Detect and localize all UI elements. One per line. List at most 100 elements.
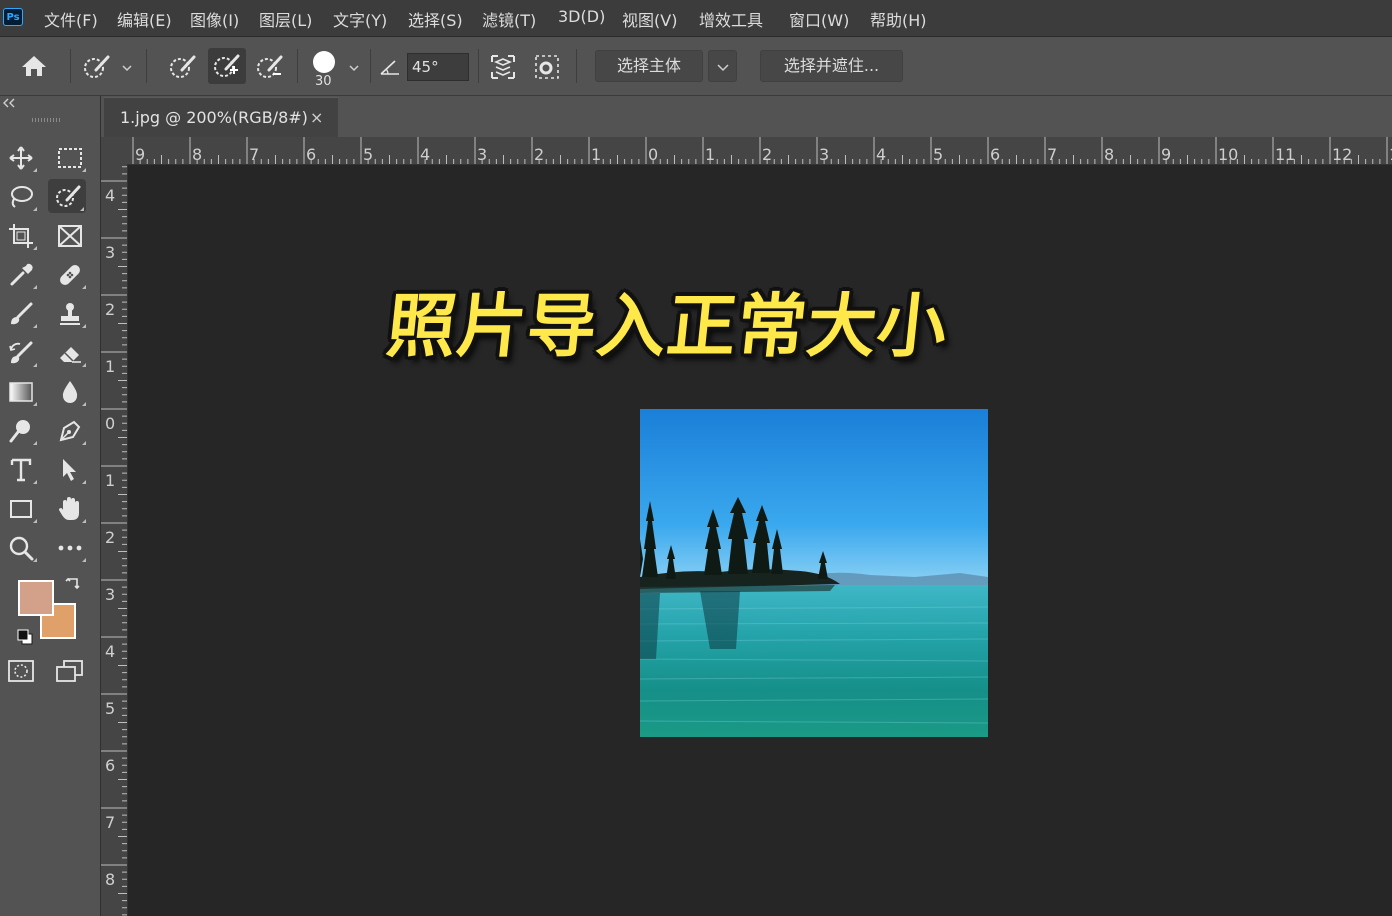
menu-edit[interactable]: 编辑(E) [117,7,172,31]
vertical-ruler[interactable]: 4 3 2 1 0 1 2 3 4 5 6 7 8 [101,164,128,916]
brush-tool[interactable] [1,296,39,330]
eraser-tool[interactable] [50,335,88,369]
ruler-label: 3 [105,585,115,604]
screen-mode-icon[interactable] [55,659,85,683]
healing-brush-tool[interactable] [50,257,88,291]
clone-stamp-tool-icon [60,303,80,325]
zoom-tool[interactable] [1,530,39,564]
menu-select[interactable]: 选择(S) [408,7,463,31]
lake-photo [640,409,988,737]
brush-tool-icon [11,302,33,325]
marquee-tool[interactable] [50,140,88,174]
home-icon[interactable] [20,54,48,78]
path-selection-tool[interactable] [50,452,88,486]
lasso-tool[interactable] [1,179,39,213]
enhance-edge-icon[interactable] [532,52,562,82]
horizontal-ruler[interactable]: 987654321012345678910111213 [127,137,1392,165]
blur-tool-icon [62,381,78,403]
gradient-tool[interactable] [1,374,39,408]
zoom-tool-icon [9,536,34,561]
foreground-color-swatch[interactable] [18,580,54,616]
move-tool[interactable] [1,140,39,174]
document-image[interactable] [640,409,988,737]
ruler-label: 4 [105,642,115,661]
select-subject-button[interactable]: 选择主体 [595,50,703,82]
eraser-tool-icon [60,347,81,363]
pen-tool[interactable] [50,413,88,447]
vertical-ruler-ticks: 4 3 2 1 0 1 2 3 4 5 6 7 8 [101,166,127,916]
panel-grip[interactable] [32,118,62,122]
default-colors-icon[interactable] [16,628,34,646]
select-and-mask-button[interactable]: 选择并遮住... [760,50,903,82]
type-tool[interactable] [1,452,39,486]
ruler-label: 0 [648,145,658,164]
swap-colors-icon[interactable] [64,576,82,594]
add-to-selection-button[interactable] [208,48,246,84]
ruler-label: 2 [762,145,772,164]
ruler-label: 5 [933,145,943,164]
ruler-label: 10 [1218,145,1238,164]
ruler-label: 5 [363,145,373,164]
separator [370,49,371,83]
dodge-tool[interactable] [1,413,39,447]
options-bar: 30 选择主体 选择并遮住... [0,37,1392,96]
ruler-label: 6 [105,756,115,775]
ruler-label: 7 [105,813,115,832]
ruler-label: 1 [105,357,115,376]
frame-tool-icon [58,225,82,247]
quick-selection-tool-icon [56,185,81,207]
frame-tool[interactable] [50,218,88,252]
select-subject-dropdown-button[interactable] [708,50,737,82]
menu-filter[interactable]: 滤镜(T) [482,7,536,31]
ruler-label: 5 [105,699,115,718]
ruler-origin[interactable] [101,137,127,164]
quick-selection-preset-icon[interactable] [82,53,112,81]
path-selection-tool-icon [63,459,76,481]
hand-tool-icon [59,497,79,520]
brush-preview-icon[interactable] [311,49,337,75]
ruler-label: 6 [990,145,1000,164]
move-tool-icon [9,146,33,170]
crop-tool[interactable] [1,218,39,252]
ruler-label: 3 [819,145,829,164]
eyedropper-tool[interactable] [1,257,39,291]
history-brush-tool-icon [9,341,33,364]
more-tools-button[interactable] [50,530,88,564]
quick-mask-icon[interactable] [7,659,35,683]
new-selection-icon[interactable] [168,53,198,81]
separator [297,49,298,83]
ruler-label: 9 [1161,145,1171,164]
menu-type[interactable]: 文字(Y) [333,7,387,31]
lasso-tool-icon [11,186,33,208]
menu-plugins[interactable]: 增效工具 [699,7,763,31]
ruler-label: 0 [105,414,115,433]
angle-input[interactable] [407,53,469,81]
document-tab[interactable]: 1.jpg @ 200%(RGB/8#) × [104,97,338,138]
menu-window[interactable]: 窗口(W) [789,7,849,31]
hand-tool[interactable] [50,491,88,525]
history-brush-tool[interactable] [1,335,39,369]
chevron-down-icon[interactable] [347,61,361,75]
ruler-label: 9 [135,145,145,164]
blur-tool[interactable] [50,374,88,408]
menu-image[interactable]: 图像(I) [190,7,239,31]
menu-file[interactable]: 文件(F) [44,7,98,31]
menu-view[interactable]: 视图(V) [622,7,677,31]
chevron-down-icon[interactable] [120,61,134,75]
subtract-from-selection-icon[interactable] [255,53,285,81]
collapse-panel-icon[interactable] [2,98,16,108]
clone-stamp-tool[interactable] [50,296,88,330]
close-icon[interactable]: × [310,108,323,127]
ruler-label: 8 [105,870,115,889]
menu-layer[interactable]: 图层(L) [259,7,312,31]
ruler-label: 4 [876,145,886,164]
rectangle-tool[interactable] [1,491,39,525]
sample-all-layers-icon[interactable] [488,52,518,82]
menu-help[interactable]: 帮助(H) [870,7,927,31]
overlay-caption: 照片导入正常大小 [383,287,952,367]
document-tab-title: 1.jpg @ 200%(RGB/8#) [120,108,308,127]
quick-selection-tool[interactable] [48,179,86,213]
menu-3d[interactable]: 3D(D) [558,7,605,26]
ruler-label: 3 [477,145,487,164]
eyedropper-tool-icon [10,263,33,286]
